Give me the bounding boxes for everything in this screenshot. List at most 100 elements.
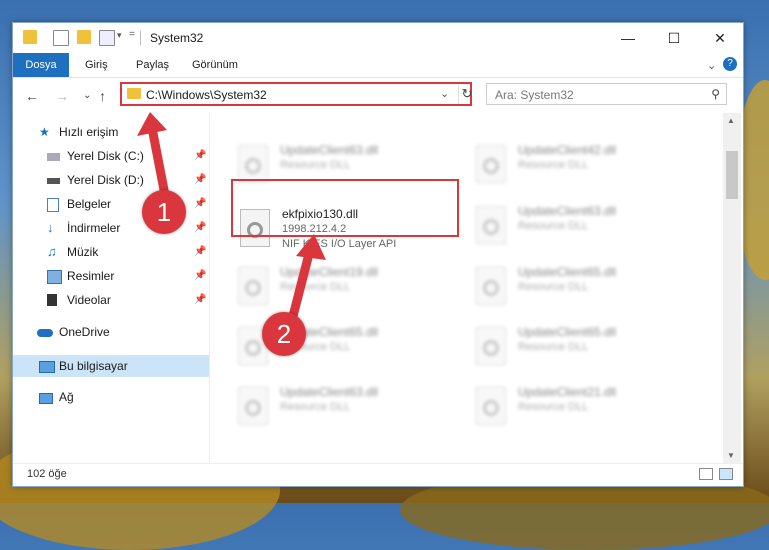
file-item[interactable]: UpdateClient21.dll Resource DLL xyxy=(470,381,695,431)
address-bar[interactable]: C:\Windows\System32 ⌄ ↻ xyxy=(120,82,472,106)
tab-view[interactable]: Görünüm xyxy=(192,56,238,74)
file-description: Resource DLL xyxy=(280,159,351,171)
scrollbar-thumb[interactable] xyxy=(726,151,738,199)
file-name: UpdateClient63.dll xyxy=(280,143,379,157)
dll-file-icon xyxy=(476,206,506,244)
sidebar-item-quick-access[interactable]: ★ Hızlı erişim xyxy=(13,121,209,143)
close-button[interactable]: ✕ xyxy=(697,23,743,53)
sidebar-item-disk-c[interactable]: Yerel Disk (C:) 📌 xyxy=(13,145,209,167)
chevron-down-icon[interactable]: ⌄ xyxy=(440,87,449,100)
file-description: Resource DLL xyxy=(518,159,589,171)
navigation-pane: ★ Hızlı erişim Yerel Disk (C:) 📌 Yerel D… xyxy=(13,113,210,463)
file-description: Resource DLL xyxy=(518,341,589,353)
scroll-up-icon[interactable]: ▲ xyxy=(727,116,735,125)
chevron-down-icon[interactable]: ⌄ xyxy=(707,59,716,72)
sidebar-item-videos[interactable]: Videolar 📌 xyxy=(13,289,209,311)
file-name: UpdateClient65.dll xyxy=(518,325,617,339)
sidebar-item-label: Yerel Disk (D:) xyxy=(67,173,144,187)
sidebar-item-network[interactable]: Ağ xyxy=(13,386,209,408)
back-arrow-icon[interactable]: ← xyxy=(25,88,39,104)
pin-icon[interactable]: 📌 xyxy=(194,145,206,167)
tiles-view-icon[interactable] xyxy=(719,468,733,480)
sidebar-item-onedrive[interactable]: OneDrive xyxy=(13,321,209,343)
address-path[interactable]: C:\Windows\System32 xyxy=(146,88,267,102)
folder-icon xyxy=(127,88,141,99)
file-item[interactable]: UpdateClient63.dll Resource DLL xyxy=(232,381,457,431)
up-arrow-icon[interactable]: ↑ xyxy=(99,88,106,104)
cloud-icon xyxy=(37,329,53,337)
file-item[interactable]: UpdateClient19.dll Resource DLL xyxy=(232,261,457,311)
sidebar-item-label: Ağ xyxy=(59,390,74,404)
new-folder-icon[interactable] xyxy=(77,30,91,44)
tab-share[interactable]: Paylaş xyxy=(136,56,169,74)
dll-file-icon xyxy=(476,267,506,305)
file-description: Resource DLL xyxy=(280,401,351,413)
dll-file-icon xyxy=(476,387,506,425)
pictures-icon xyxy=(47,270,62,284)
sidebar-item-disk-d[interactable]: Yerel Disk (D:) 📌 xyxy=(13,169,209,191)
dll-file-icon xyxy=(238,387,268,425)
file-description: Resource DLL xyxy=(518,281,589,293)
file-item[interactable]: UpdateClient63.dll Resource DLL xyxy=(470,200,695,250)
navigation-bar: ← → ⌄ ↑ C:\Windows\System32 ⌄ ↻ Ara: Sys… xyxy=(13,78,743,112)
pin-icon[interactable]: 📌 xyxy=(194,265,206,287)
recent-locations-icon[interactable]: ⌄ xyxy=(83,90,91,101)
sidebar-item-label: Videolar xyxy=(67,293,111,307)
search-icon[interactable]: ⚲ xyxy=(711,87,720,101)
search-placeholder: Ara: System32 xyxy=(495,88,574,102)
status-bar: 102 öğe xyxy=(13,463,743,487)
chevron-down-icon[interactable]: ▾ xyxy=(117,30,122,41)
file-item[interactable]: UpdateClient65.dll Resource DLL xyxy=(470,321,695,371)
forward-arrow-icon[interactable]: → xyxy=(55,88,69,104)
file-description: NIF KIES I/O Layer API xyxy=(282,238,397,250)
music-icon: ♫ xyxy=(47,244,57,259)
help-icon[interactable]: ? xyxy=(723,57,737,71)
tab-home[interactable]: Giriş xyxy=(85,56,108,74)
file-item[interactable]: UpdateClient42.dll Resource DLL xyxy=(470,139,695,189)
search-input[interactable]: Ara: System32 ⚲ xyxy=(486,83,727,105)
pin-icon[interactable]: 📌 xyxy=(194,169,206,191)
details-view-icon[interactable] xyxy=(699,468,713,480)
drive-icon xyxy=(47,178,60,184)
highlight-box xyxy=(231,179,459,237)
maximize-button[interactable]: ☐ xyxy=(651,23,697,53)
scroll-down-icon[interactable]: ▼ xyxy=(727,451,735,460)
file-name: UpdateClient19.dll xyxy=(280,265,379,279)
step-badge-1: 1 xyxy=(142,190,186,234)
network-icon xyxy=(39,393,53,404)
step-badge-2: 2 xyxy=(262,312,306,356)
file-name: UpdateClient21.dll xyxy=(518,385,617,399)
sidebar-item-label: İndirmeler xyxy=(67,221,121,235)
title-bar: ▾ = System32 — ☐ ✕ xyxy=(13,23,743,53)
vertical-scrollbar[interactable]: ▲ ▼ xyxy=(723,113,741,463)
sidebar-item-music[interactable]: ♫ Müzik 📌 xyxy=(13,241,209,263)
file-description: Resource DLL xyxy=(518,401,589,413)
computer-icon xyxy=(39,361,55,373)
dll-file-icon xyxy=(238,145,268,183)
pin-icon[interactable]: 📌 xyxy=(194,193,206,215)
view-options-icon[interactable] xyxy=(99,30,115,46)
dll-file-icon xyxy=(238,267,268,305)
refresh-icon[interactable]: ↻ xyxy=(458,86,475,104)
tab-file[interactable]: Dosya xyxy=(13,53,69,77)
sidebar-item-this-pc[interactable]: Bu bilgisayar xyxy=(13,355,209,377)
sidebar-item-label: Belgeler xyxy=(67,197,112,211)
drive-icon xyxy=(47,153,60,161)
download-icon: ↓ xyxy=(47,220,54,235)
pin-icon[interactable]: 📌 xyxy=(194,289,206,311)
title-separator xyxy=(140,31,141,45)
properties-icon[interactable] xyxy=(53,30,69,46)
customize-toolbar-icon[interactable]: = xyxy=(129,29,135,40)
minimize-button[interactable]: — xyxy=(605,23,651,53)
file-description: Resource DLL xyxy=(280,281,351,293)
file-name: UpdateClient42.dll xyxy=(518,143,617,157)
file-item[interactable]: UpdateClient65.dll Resource DLL xyxy=(470,261,695,311)
star-icon: ★ xyxy=(39,125,50,139)
pin-icon[interactable]: 📌 xyxy=(194,241,206,263)
explorer-window: ▾ = System32 — ☐ ✕ Dosya Giriş Paylaş Gö… xyxy=(12,22,744,487)
pin-icon[interactable]: 📌 xyxy=(194,217,206,239)
sidebar-item-pictures[interactable]: Resimler 📌 xyxy=(13,265,209,287)
sidebar-item-label: Resimler xyxy=(67,269,115,283)
file-name: UpdateClient63.dll xyxy=(518,204,617,218)
item-count: 102 öğe xyxy=(27,468,67,480)
